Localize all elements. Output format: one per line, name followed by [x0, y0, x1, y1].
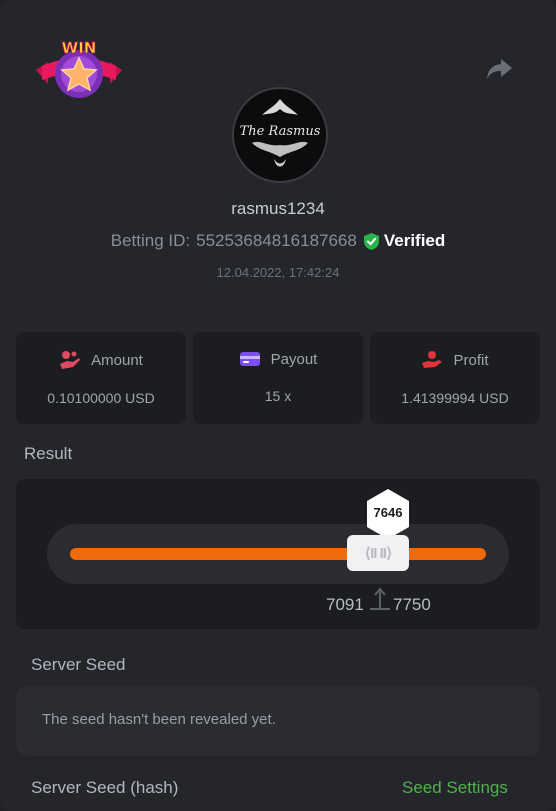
- svg-text:The Rasmus: The Rasmus: [240, 124, 321, 139]
- bet-timestamp: 12.04.2022, 17:42:24: [216, 265, 340, 280]
- username: rasmus1234: [231, 199, 325, 218]
- range-low-value: 7091: [326, 595, 364, 614]
- svg-text:WIN: WIN: [62, 39, 97, 57]
- range-high-value: 7750: [393, 595, 431, 614]
- server-seed-box: The seed hasn't been revealed yet.: [16, 686, 540, 756]
- verified-badge: Verified: [363, 231, 445, 251]
- server-seed-label: Server Seed: [31, 655, 126, 674]
- stat-card-amount: Amount 0.10100000 USD: [16, 332, 186, 424]
- hand-coins-icon: [60, 351, 81, 369]
- result-box: 7646 ⟨II II⟩ 7091 7750: [16, 479, 540, 629]
- stat-label-profit: Profit: [453, 351, 489, 369]
- result-value: 7646: [373, 505, 403, 520]
- bet-details-panel: WIN The Rasmus rasmus1234 Betting ID: 55…: [0, 0, 556, 811]
- betting-id-label: Betting ID:: [110, 231, 191, 250]
- win-badge-icon: WIN: [36, 39, 122, 98]
- slider-grip-icon: ⟨II II⟩: [364, 545, 393, 562]
- stat-value-payout: 15 x: [264, 388, 292, 404]
- avatar-logo-icon: The Rasmus: [236, 91, 324, 179]
- profit-hand-icon: [422, 351, 443, 368]
- shield-check-icon: [363, 232, 379, 250]
- result-slider-handle[interactable]: ⟨II II⟩: [347, 535, 409, 571]
- wallet-card-icon: [239, 352, 260, 366]
- stat-value-amount: 0.10100000 USD: [47, 390, 155, 406]
- range-arrow-icon: [370, 587, 390, 610]
- result-track-container: [47, 524, 509, 584]
- server-seed-message: The seed hasn't been revealed yet.: [42, 711, 276, 728]
- share-arrow-icon[interactable]: [484, 55, 514, 83]
- stat-label-amount: Amount: [91, 351, 143, 369]
- stat-value-profit: 1.41399994 USD: [401, 390, 509, 406]
- verified-label: Verified: [383, 231, 446, 250]
- betting-id-value: 55253684816187668: [196, 231, 357, 250]
- result-label: Result: [24, 444, 73, 463]
- avatar: The Rasmus: [232, 87, 328, 183]
- stat-label-payout: Payout: [270, 350, 318, 368]
- seed-settings-link[interactable]: Seed Settings: [402, 778, 508, 798]
- server-seed-hash-label: Server Seed (hash): [31, 778, 179, 797]
- stat-card-payout: Payout 15 x: [193, 332, 363, 424]
- betting-id-line: Betting ID: 55253684816187668 Verified: [0, 231, 556, 251]
- stat-card-profit: Profit 1.41399994 USD: [370, 332, 540, 424]
- result-track: [70, 548, 486, 560]
